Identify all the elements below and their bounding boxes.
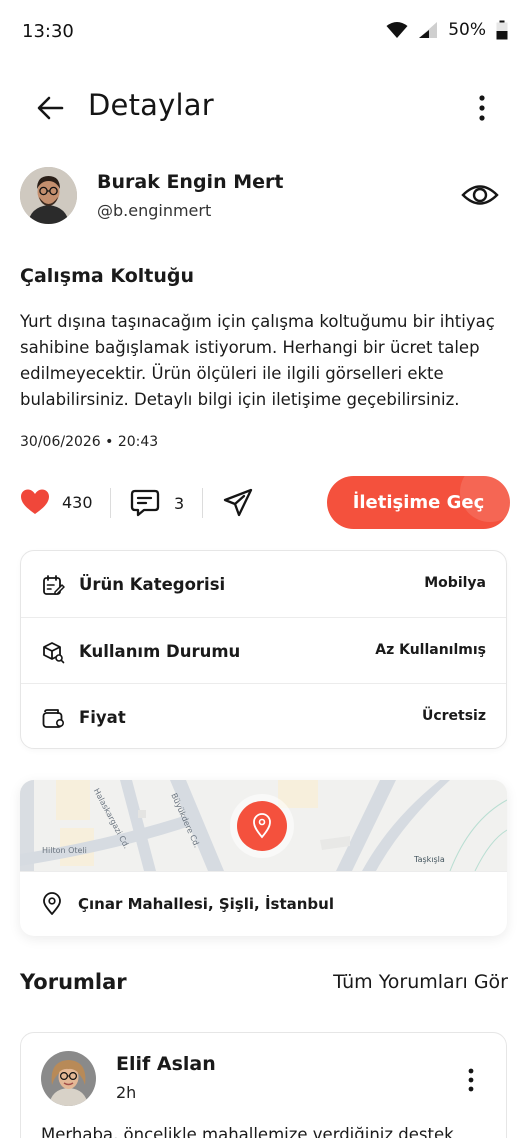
like-button[interactable]: 430 bbox=[20, 488, 93, 516]
box-search-icon bbox=[43, 642, 65, 664]
detail-value: Az Kullanılmış bbox=[375, 642, 486, 658]
view-count-button[interactable] bbox=[460, 177, 500, 213]
cellular-signal-icon bbox=[419, 22, 438, 38]
location-card[interactable]: Hilton Oteli Halaskargazi Cd. Büyükdere … bbox=[20, 780, 507, 936]
detail-value: Mobilya bbox=[424, 575, 486, 591]
post-date: 30/06/2026 • 20:43 bbox=[20, 434, 159, 450]
detail-row-price: Fiyat Ücretsiz bbox=[21, 683, 506, 749]
send-icon bbox=[223, 488, 253, 517]
divider bbox=[202, 488, 203, 518]
author-name: Burak Engin Mert bbox=[97, 171, 284, 193]
comment-text: Merhaba, öncelikle mahallemize verdiğini… bbox=[41, 1125, 454, 1138]
commenter-name: Elif Aslan bbox=[116, 1053, 216, 1075]
contact-button-label: İletişime Geç bbox=[352, 492, 485, 513]
comments-title: Yorumlar bbox=[20, 970, 127, 994]
product-details-card: Ürün Kategorisi Mobilya Kullanım Durumu … bbox=[20, 550, 507, 749]
detail-label: Ürün Kategorisi bbox=[79, 575, 226, 594]
heart-icon bbox=[21, 489, 49, 514]
post-body: Yurt dışına taşınacağım için çalışma kol… bbox=[20, 312, 495, 409]
comment-time: 2h bbox=[116, 1083, 137, 1102]
eye-icon bbox=[461, 185, 499, 205]
arrow-left-icon bbox=[37, 96, 64, 120]
contact-button[interactable]: İletişime Geç bbox=[327, 476, 510, 529]
share-button[interactable] bbox=[222, 488, 254, 518]
more-options-button[interactable] bbox=[476, 94, 488, 122]
avatar[interactable] bbox=[41, 1051, 96, 1106]
location-pin-icon bbox=[43, 892, 61, 915]
comment-button[interactable]: 3 bbox=[130, 488, 184, 518]
detail-value: Ücretsiz bbox=[421, 708, 486, 724]
more-vertical-icon bbox=[468, 1068, 474, 1092]
divider bbox=[110, 488, 111, 518]
author-handle: @b.enginmert bbox=[97, 201, 212, 220]
like-count: 430 bbox=[62, 492, 93, 512]
battery-percent: 50% bbox=[448, 20, 486, 40]
see-all-comments-link[interactable]: Tüm Yorumları Gör bbox=[333, 971, 508, 993]
page-title: Detaylar bbox=[88, 88, 214, 122]
status-icons: 50% bbox=[386, 20, 508, 40]
calendar-edit-icon bbox=[43, 575, 65, 595]
status-bar: 13:30 50% bbox=[0, 0, 528, 64]
wallet-icon bbox=[42, 709, 65, 728]
comment-icon bbox=[130, 489, 160, 517]
location-row: Çınar Mahallesi, Şişli, İstanbul bbox=[20, 871, 507, 936]
comments-header: Yorumlar Tüm Yorumları Gör bbox=[20, 968, 508, 1000]
battery-icon bbox=[496, 20, 508, 40]
location-text: Çınar Mahallesi, Şişli, İstanbul bbox=[78, 895, 334, 913]
map-label-street: Hilton Oteli bbox=[42, 846, 87, 855]
comment-card: Elif Aslan 2h Merhaba, öncelikle mahalle… bbox=[20, 1032, 507, 1138]
comment-count: 3 bbox=[174, 493, 185, 513]
post-title: Çalışma Koltuğu bbox=[20, 265, 195, 287]
comment-more-button[interactable] bbox=[466, 1067, 476, 1093]
more-vertical-icon bbox=[479, 95, 485, 121]
detail-row-condition: Kullanım Durumu Az Kullanılmış bbox=[21, 617, 506, 683]
avatar[interactable] bbox=[20, 167, 77, 224]
status-time: 13:30 bbox=[22, 21, 74, 42]
detail-label: Kullanım Durumu bbox=[79, 642, 241, 661]
map-label-station: Taşkışla bbox=[414, 855, 445, 864]
app-bar: Detaylar bbox=[0, 82, 528, 134]
detail-label: Fiyat bbox=[79, 708, 126, 727]
wifi-icon bbox=[386, 22, 408, 38]
map-preview[interactable]: Hilton Oteli Halaskargazi Cd. Büyükdere … bbox=[20, 780, 507, 871]
back-button[interactable] bbox=[34, 94, 66, 122]
post-actions: 430 3 İletişime Geç bbox=[20, 476, 510, 530]
detail-row-category: Ürün Kategorisi Mobilya bbox=[21, 551, 506, 617]
author-profile[interactable]: Burak Engin Mert @b.enginmert bbox=[20, 167, 510, 225]
